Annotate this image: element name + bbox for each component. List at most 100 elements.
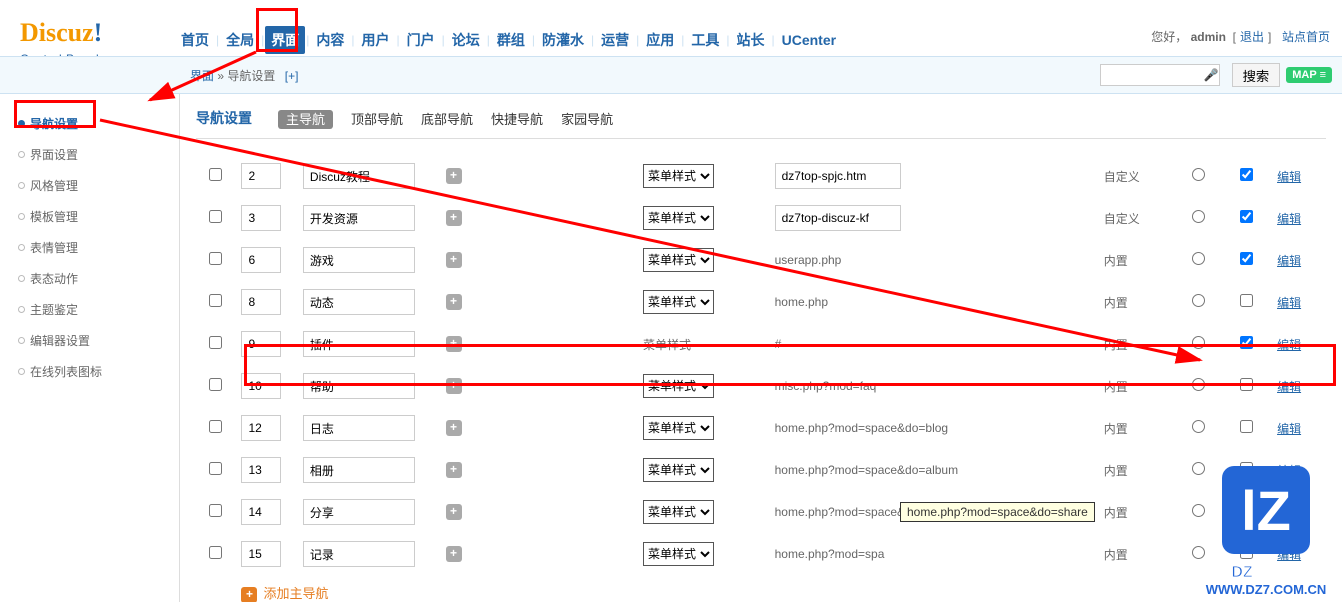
name-input[interactable]: [303, 331, 415, 357]
radio-1[interactable]: [1192, 294, 1205, 307]
name-input[interactable]: [303, 499, 415, 525]
sidebar-item-8[interactable]: 在线列表图标: [0, 356, 179, 387]
order-input[interactable]: [241, 331, 281, 357]
expand-icon[interactable]: +: [446, 420, 462, 436]
row-checkbox[interactable]: [209, 252, 222, 265]
topnav-门户[interactable]: 门户: [401, 26, 441, 54]
style-select[interactable]: 菜单样式: [643, 206, 714, 230]
topnav-内容[interactable]: 内容: [310, 26, 350, 54]
topnav-群组[interactable]: 群组: [491, 26, 531, 54]
map-badge[interactable]: MAP ≡: [1286, 67, 1332, 83]
topnav-界面[interactable]: 界面: [265, 26, 305, 54]
topnav-全局[interactable]: 全局: [220, 26, 260, 54]
expand-icon[interactable]: +: [446, 336, 462, 352]
order-input[interactable]: [241, 205, 281, 231]
order-input[interactable]: [241, 163, 281, 189]
tab-家园导航[interactable]: 家园导航: [561, 112, 613, 127]
sidebar-item-2[interactable]: 风格管理: [0, 170, 179, 201]
topnav-用户[interactable]: 用户: [356, 26, 396, 54]
style-select[interactable]: 菜单样式: [643, 416, 714, 440]
mic-icon[interactable]: 🎤: [1204, 68, 1218, 82]
radio-1[interactable]: [1192, 420, 1205, 433]
name-input[interactable]: [303, 205, 415, 231]
add-main-nav[interactable]: +添加主导航: [241, 586, 328, 601]
edit-link[interactable]: 编辑: [1277, 422, 1301, 436]
sidebar-item-1[interactable]: 界面设置: [0, 139, 179, 170]
row-checkbox[interactable]: [209, 336, 222, 349]
search-input[interactable]: [1100, 64, 1220, 86]
order-input[interactable]: [241, 289, 281, 315]
expand-icon[interactable]: +: [446, 168, 462, 184]
order-input[interactable]: [241, 247, 281, 273]
logout-link[interactable]: 退出: [1240, 30, 1264, 44]
expand-icon[interactable]: +: [446, 252, 462, 268]
edit-link[interactable]: 编辑: [1277, 296, 1301, 310]
topnav-运营[interactable]: 运营: [595, 26, 635, 54]
sidebar-item-7[interactable]: 编辑器设置: [0, 325, 179, 356]
url-input[interactable]: [775, 163, 901, 189]
search-button[interactable]: 搜索: [1232, 63, 1281, 87]
expand-icon[interactable]: +: [446, 546, 462, 562]
topnav-站长[interactable]: 站长: [731, 26, 771, 54]
row-checkbox[interactable]: [209, 420, 222, 433]
sidebar-item-4[interactable]: 表情管理: [0, 232, 179, 263]
sidebar-item-5[interactable]: 表态动作: [0, 263, 179, 294]
sidebar-item-0[interactable]: 导航设置: [0, 108, 179, 139]
expand-icon[interactable]: +: [446, 210, 462, 226]
expand-icon[interactable]: +: [446, 378, 462, 394]
topnav-应用[interactable]: 应用: [640, 26, 680, 54]
order-input[interactable]: [241, 373, 281, 399]
order-input[interactable]: [241, 499, 281, 525]
sidebar-item-6[interactable]: 主题鉴定: [0, 294, 179, 325]
edit-link[interactable]: 编辑: [1277, 254, 1301, 268]
name-input[interactable]: [303, 541, 415, 567]
sidebar-item-3[interactable]: 模板管理: [0, 201, 179, 232]
checkbox-enable[interactable]: [1240, 168, 1253, 181]
style-select[interactable]: 菜单样式: [643, 290, 714, 314]
row-checkbox[interactable]: [209, 210, 222, 223]
expand-icon[interactable]: +: [446, 294, 462, 310]
name-input[interactable]: [303, 457, 415, 483]
style-select[interactable]: 菜单样式: [643, 458, 714, 482]
expand-icon[interactable]: +: [446, 504, 462, 520]
row-checkbox[interactable]: [209, 378, 222, 391]
edit-link[interactable]: 编辑: [1277, 212, 1301, 226]
edit-link[interactable]: 编辑: [1277, 380, 1301, 394]
style-select[interactable]: 菜单样式: [643, 500, 714, 524]
site-home-link[interactable]: 站点首页: [1282, 30, 1330, 44]
radio-1[interactable]: [1192, 378, 1205, 391]
breadcrumb-a[interactable]: 界面: [190, 69, 214, 83]
tab-顶部导航[interactable]: 顶部导航: [351, 112, 403, 127]
tab-底部导航[interactable]: 底部导航: [421, 112, 473, 127]
row-checkbox[interactable]: [209, 504, 222, 517]
row-checkbox[interactable]: [209, 462, 222, 475]
checkbox-enable[interactable]: [1240, 336, 1253, 349]
topnav-工具[interactable]: 工具: [685, 26, 725, 54]
edit-link[interactable]: 编辑: [1277, 338, 1301, 352]
name-input[interactable]: [303, 247, 415, 273]
row-checkbox[interactable]: [209, 168, 222, 181]
tab-主导航[interactable]: 主导航: [278, 110, 333, 129]
topnav-首页[interactable]: 首页: [175, 26, 215, 54]
order-input[interactable]: [241, 541, 281, 567]
topnav-防灌水[interactable]: 防灌水: [536, 26, 590, 54]
tab-快捷导航[interactable]: 快捷导航: [491, 112, 543, 127]
name-input[interactable]: [303, 289, 415, 315]
style-select[interactable]: 菜单样式: [643, 164, 714, 188]
order-input[interactable]: [241, 415, 281, 441]
name-input[interactable]: [303, 373, 415, 399]
topnav-论坛[interactable]: 论坛: [446, 26, 486, 54]
row-checkbox[interactable]: [209, 546, 222, 559]
checkbox-enable[interactable]: [1240, 210, 1253, 223]
name-input[interactable]: [303, 163, 415, 189]
checkbox-enable[interactable]: [1240, 378, 1253, 391]
edit-link[interactable]: 编辑: [1277, 170, 1301, 184]
topnav-UCenter[interactable]: UCenter: [776, 28, 842, 52]
style-select[interactable]: 菜单样式: [643, 374, 714, 398]
style-select[interactable]: 菜单样式: [643, 542, 714, 566]
checkbox-enable[interactable]: [1240, 252, 1253, 265]
style-select[interactable]: 菜单样式: [643, 248, 714, 272]
name-input[interactable]: [303, 415, 415, 441]
breadcrumb-plus[interactable]: [+]: [285, 69, 299, 83]
url-input[interactable]: [775, 205, 901, 231]
